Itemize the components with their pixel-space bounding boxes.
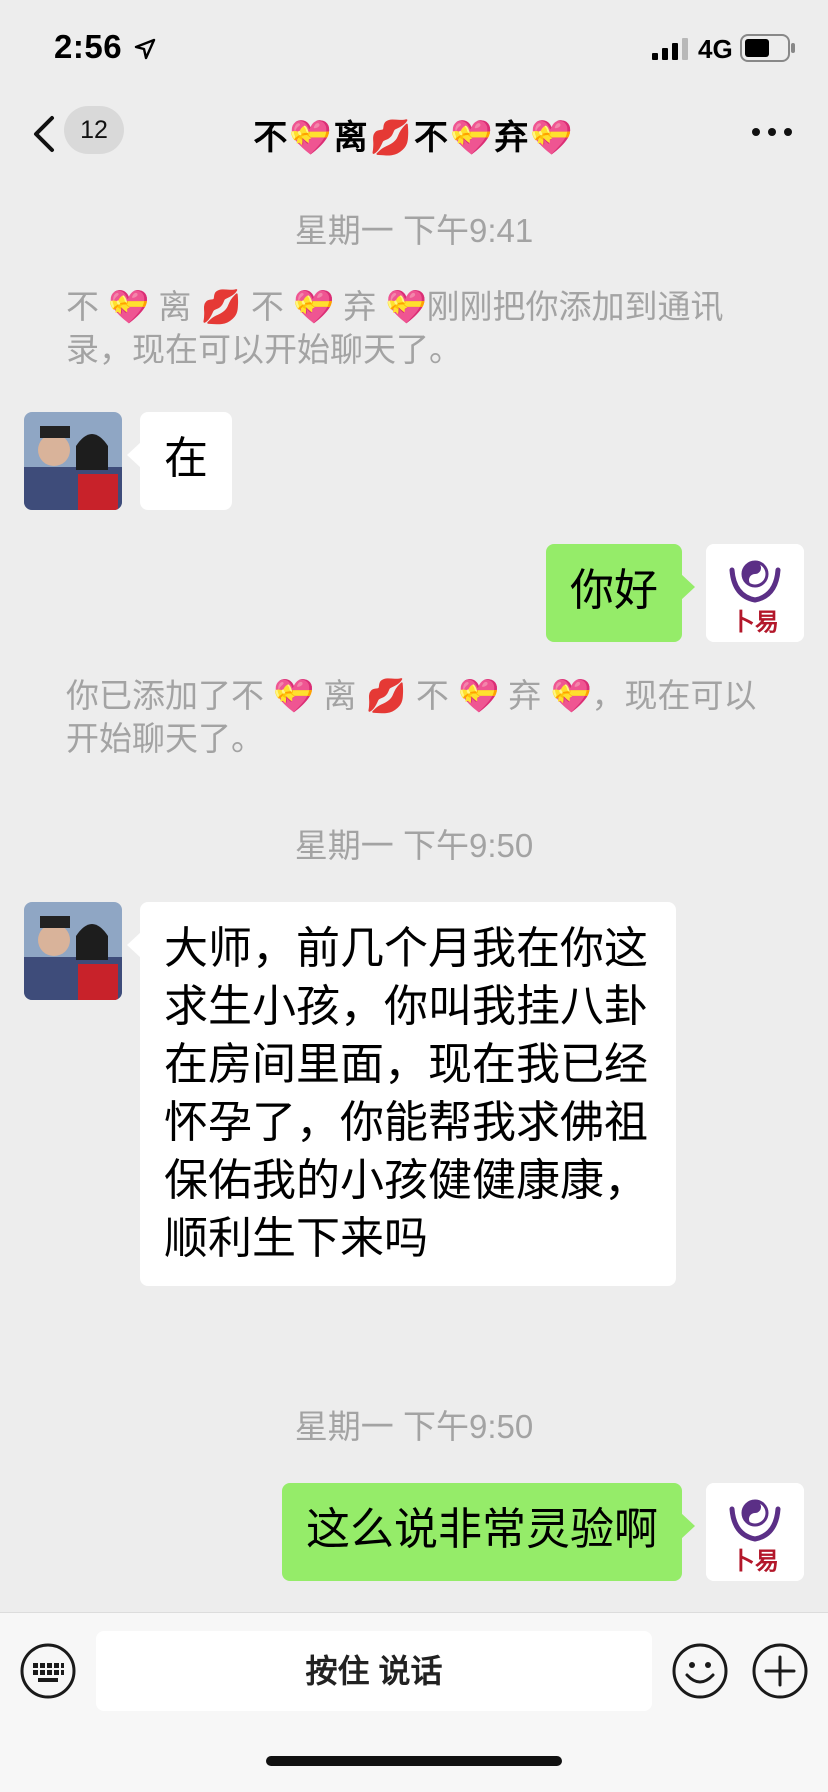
contact-avatar-image [24, 902, 122, 1000]
outgoing-message-bubble[interactable]: 你好 [546, 544, 695, 642]
my-avatar[interactable]: 卜易 [706, 544, 804, 642]
incoming-message-bubble[interactable]: 大师，前几个月我在你这求生小孩，你叫我挂八卦在房间里面，现在我已经怀孕了，你能帮… [127, 902, 676, 1286]
contact-avatar[interactable] [24, 902, 122, 1000]
back-chevron-icon[interactable] [28, 112, 62, 156]
keyboard-icon[interactable] [20, 1643, 76, 1699]
contact-avatar[interactable] [24, 412, 122, 510]
unread-count-badge[interactable]: 12 [64, 106, 124, 154]
message-timestamp: 星期一 下午9:50 [294, 827, 534, 864]
contact-avatar-image [24, 412, 122, 510]
incoming-message-bubble[interactable]: 在 [127, 412, 232, 510]
status-bar: 2:56 4G [0, 0, 828, 100]
system-message: 你已添加了不 💝 离 💋 不 💝 弃 💝，现在可以开始聊天了。 [66, 677, 757, 757]
nav-bar: 12 不💝离💋不💝弃💝 [0, 100, 828, 186]
network-type: 4G [698, 34, 733, 64]
outgoing-message-bubble[interactable]: 这么说非常灵验啊 [282, 1483, 695, 1581]
system-message: 不 💝 离 💋 不 💝 弃 💝刚刚把你添加到通讯录，现在可以开始聊天了。 [66, 288, 724, 368]
message-timestamp: 星期一 下午9:41 [294, 212, 534, 249]
status-time: 2:56 [54, 28, 123, 65]
message-timestamp: 星期一 下午9:50 [294, 1408, 534, 1445]
hold-to-talk-button[interactable]: 按住 说话 [96, 1631, 652, 1711]
my-avatar-logo-text: 卜易 [731, 607, 779, 636]
my-avatar-logo-icon: 卜易 [706, 1483, 804, 1581]
my-avatar[interactable]: 卜易 [706, 1483, 804, 1581]
plus-icon[interactable] [752, 1643, 808, 1699]
battery-icon [740, 34, 795, 62]
home-indicator[interactable] [266, 1756, 562, 1766]
location-arrow-icon [134, 38, 156, 60]
more-icon[interactable] [750, 124, 794, 140]
my-avatar-logo-icon: 卜易 [706, 544, 804, 642]
my-avatar-logo-text: 卜易 [731, 1546, 779, 1575]
chat-title: 不💝离💋不💝弃💝 [253, 119, 575, 157]
signal-icon [652, 38, 688, 60]
emoji-icon[interactable] [672, 1643, 728, 1699]
